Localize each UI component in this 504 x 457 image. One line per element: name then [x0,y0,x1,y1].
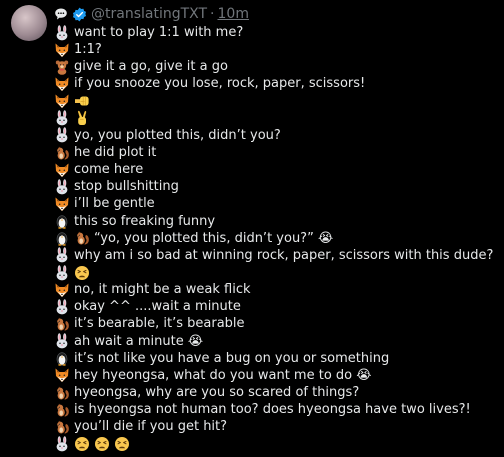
verified-badge-icon [72,7,87,22]
rabbit-face-icon [54,299,70,315]
rabbit-face-icon [54,110,70,126]
post-line: give it a go, give it a go [54,58,498,75]
post-line: hey hyeongsa, what do you want me to do … [54,367,498,384]
post-body: want to play 1:1 with me? 1:1? give it a g… [54,24,498,453]
post-line-text: stop bullshitting [74,179,179,195]
post-line-text: hey hyeongsa, what do you want me to do … [74,367,372,383]
post-line: want to play 1:1 with me? [54,24,498,41]
teddy-bear-icon [54,59,70,75]
penguin-icon [54,213,70,229]
post-line-text: why am i so bad at winning rock, paper, … [74,247,494,263]
post-line: 1:1? [54,41,498,58]
post-line-text: okay ^^ ....wait a minute [74,299,241,315]
author-handle[interactable]: @translatingTXT [91,6,207,22]
fox-face-icon [54,282,70,298]
chipmunk-icon [54,385,70,401]
penguin-icon [54,350,70,366]
rabbit-face-icon [54,436,70,452]
rabbit-face-icon [54,179,70,195]
fox-face-icon [54,367,70,383]
post-timestamp[interactable]: 10m [218,6,249,22]
speech-bubble-icon [54,7,68,21]
post-line: hyeongsa, why are you so scared of thing… [54,384,498,401]
post-line: ah wait a minute 😭 [54,333,498,350]
tired-face-icon [114,436,130,452]
chipmunk-icon [54,402,70,418]
post-line: come here [54,161,498,178]
fox-face-icon [54,76,70,92]
separator-dot: · [210,6,215,22]
post-line-text: is hyeongsa not human too? does hyeongsa… [74,402,471,418]
rabbit-face-icon [54,247,70,263]
post-line: no, it might be a weak flick [54,281,498,298]
post-line-text: hyeongsa, why are you so scared of thing… [74,385,360,401]
post-line [54,435,498,452]
post-line: it’s bearable, it’s bearable [54,315,498,332]
post-line: it’s not like you have a bug on you or s… [54,350,498,367]
post-line-text: he did plot it [74,145,157,161]
post-line [54,264,498,281]
post-line: stop bullshitting [54,178,498,195]
rabbit-face-icon [54,24,70,41]
post-line-text: want to play 1:1 with me? [74,25,244,41]
post-line: you’ll die if you get hit? [54,418,498,435]
avatar[interactable] [11,5,47,41]
victory-hand-icon [74,110,90,126]
fox-face-icon [54,93,70,109]
post-line-text: it’s bearable, it’s bearable [74,316,245,332]
tired-face-icon [74,436,90,452]
post-line: this so freaking funny [54,213,498,230]
post-line: “yo, you plotted this, didn’t you?” 😭 [54,230,498,247]
tired-face-icon [74,265,90,281]
penguin-icon [54,230,70,246]
chipmunk-icon [54,316,70,332]
chipmunk-icon [74,230,90,246]
chipmunk-icon [54,419,70,435]
post-line-text: yo, you plotted this, didn’t you? [74,127,281,143]
rabbit-face-icon [54,333,70,349]
post-line [54,110,498,127]
fox-face-icon [54,42,70,58]
post-line: i’ll be gentle [54,195,498,212]
rabbit-face-icon [54,127,70,143]
post-line-text: you’ll die if you get hit? [74,419,228,435]
post-line-text: 1:1? [74,42,102,58]
post-line: okay ^^ ....wait a minute [54,298,498,315]
post-line: yo, you plotted this, didn’t you? [54,127,498,144]
rabbit-face-icon [54,264,70,281]
tired-face-icon [94,436,110,452]
chipmunk-icon [54,145,70,161]
post-line-text: it’s not like you have a bug on you or s… [74,350,390,366]
post-line-text: i’ll be gentle [74,196,155,212]
post-line [54,93,498,110]
post-line-text: this so freaking funny [74,213,216,229]
post-line-text: if you snooze you lose, rock, paper, sci… [74,76,366,92]
right-facing-fist-icon [74,93,90,109]
fox-face-icon [54,162,70,178]
post-line: if you snooze you lose, rock, paper, sci… [54,75,498,92]
post-line: he did plot it [54,144,498,161]
post-line-text: ah wait a minute 😭 [74,333,204,349]
post-line: why am i so bad at winning rock, paper, … [54,247,498,264]
post-line-text: “yo, you plotted this, didn’t you?” 😭 [94,230,334,246]
post-line-text: give it a go, give it a go [74,59,228,75]
post-line: is hyeongsa not human too? does hyeongsa… [54,401,498,418]
fox-face-icon [54,196,70,212]
post-line-text: come here [74,162,144,178]
post-header: @translatingTXT · 10m [54,5,249,23]
post-line-text: no, it might be a weak flick [74,282,251,298]
